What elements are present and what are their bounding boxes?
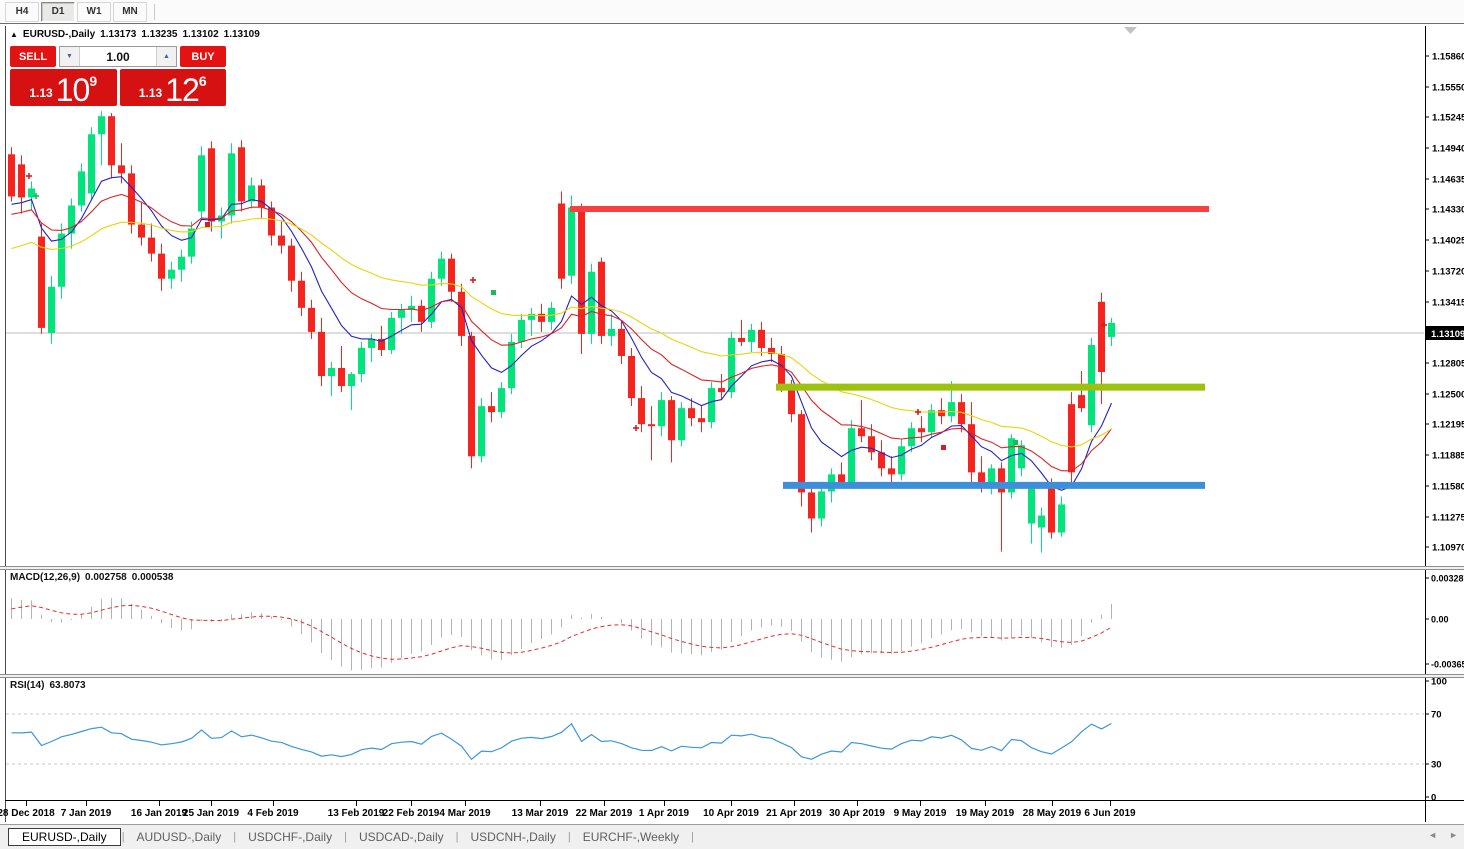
svg-text:1.12805: 1.12805 (1432, 359, 1464, 370)
macd-signal-line (12, 605, 1112, 659)
svg-text:100: 100 (1431, 677, 1447, 688)
macd-histogram (12, 598, 1112, 670)
macd-title: MACD(12,26,9) (10, 572, 80, 583)
sell-price-pips: 10 (56, 75, 90, 105)
svg-text:4 Feb 2019: 4 Feb 2019 (247, 808, 299, 819)
rsi-value: 63.8073 (49, 680, 85, 691)
svg-text:1.14330: 1.14330 (1432, 205, 1464, 216)
svg-text:1.12500: 1.12500 (1432, 390, 1464, 401)
svg-text:1.11885: 1.11885 (1432, 451, 1464, 462)
volume-stepper: ▼ 1.00 ▲ (59, 46, 177, 67)
date-axis[interactable]: 28 Dec 2018 7 Jan 2019 16 Jan 201925 Jan 2… (0, 801, 1136, 819)
symbol-period-label: EURUSD-,Daily (23, 29, 95, 40)
svg-text:21 Apr 2019: 21 Apr 2019 (766, 808, 822, 819)
svg-text:-0.003659: -0.003659 (1431, 660, 1464, 670)
buy-button[interactable]: BUY (180, 46, 226, 67)
rsi-title: RSI(14) (10, 680, 44, 691)
collapse-arrow-icon[interactable]: ▲ (10, 30, 18, 40)
rsi-line (12, 724, 1112, 760)
svg-text:1.15245: 1.15245 (1432, 113, 1464, 124)
chart-tab-5[interactable]: EURCHF-,Weekly (572, 828, 690, 846)
svg-text:19 May 2019: 19 May 2019 (956, 808, 1015, 819)
buy-price-figure: 1.13 (139, 86, 162, 100)
svg-text:30: 30 (1431, 760, 1442, 771)
rsi-panel-splitter[interactable] (0, 674, 1464, 678)
sell-price-point: 9 (89, 73, 97, 89)
svg-text:1.13415: 1.13415 (1432, 298, 1464, 309)
chart-frame (5, 26, 1464, 822)
volume-decrease-icon[interactable]: ▼ (60, 47, 80, 66)
macd-indicator-label: MACD(12,26,9) 0.002758 0.000538 (10, 572, 173, 583)
svg-text:1.13720: 1.13720 (1432, 267, 1464, 278)
svg-text:1.15550: 1.15550 (1432, 83, 1464, 94)
svg-text:22 Feb 2019: 22 Feb 2019 (383, 808, 440, 819)
svg-text:13 Mar 2019: 13 Mar 2019 (512, 808, 569, 819)
tab-separator: | (690, 831, 695, 843)
svg-text:1.14940: 1.14940 (1432, 144, 1464, 155)
svg-text:6 Jun 2019: 6 Jun 2019 (1084, 808, 1136, 819)
chart-tab-4[interactable]: USDCNH-,Daily (460, 828, 567, 846)
svg-text:1.14025: 1.14025 (1432, 236, 1464, 247)
chart-tab-3[interactable]: USDCAD-,Daily (348, 828, 455, 846)
svg-text:30 Apr 2019: 30 Apr 2019 (829, 808, 885, 819)
chart-marks (26, 173, 1107, 450)
svg-text:70: 70 (1431, 710, 1442, 721)
svg-text:0.00: 0.00 (1431, 615, 1449, 625)
buy-price-point: 6 (199, 73, 207, 89)
chart-shift-marker-icon (1124, 27, 1137, 34)
svg-text:1.13109: 1.13109 (1431, 329, 1464, 340)
buy-price-button[interactable]: 1.13 12 6 (120, 69, 227, 106)
macd-panel-splitter[interactable] (0, 566, 1464, 570)
chart-tabs: EURUSD-,Daily|AUDUSD-,Daily|USDCHF-,Dail… (8, 828, 695, 846)
macd-signal-value: 0.000538 (132, 572, 174, 583)
quote-high: 1.13235 (141, 29, 177, 40)
svg-text:4 Mar 2019: 4 Mar 2019 (439, 808, 491, 819)
svg-text:22 Mar 2019: 22 Mar 2019 (576, 808, 633, 819)
quote-close: 1.13109 (224, 29, 260, 40)
rsi-indicator-label: RSI(14) 63.8073 (10, 680, 86, 691)
macd-main-value: 0.002758 (85, 572, 127, 583)
chart-canvas[interactable]: 1.15860 1.15550 1.15245 1.14940 1.14635 1.143… (0, 0, 1464, 849)
one-click-trading-panel: SELL ▼ 1.00 ▲ BUY 1.13 10 9 1.13 12 6 (10, 46, 226, 106)
chart-tab-0[interactable]: EURUSD-,Daily (8, 828, 121, 846)
svg-text:13 Feb 2019: 13 Feb 2019 (328, 808, 385, 819)
buy-price-pips: 12 (165, 75, 199, 105)
quote-open: 1.13173 (100, 29, 136, 40)
svg-text:0: 0 (1431, 793, 1436, 804)
price-axis[interactable]: 1.15860 1.15550 1.15245 1.14940 1.14635 1.143… (1425, 52, 1464, 554)
svg-text:10 Apr 2019: 10 Apr 2019 (703, 808, 759, 819)
rsi-axis: 100 70 30 0 (1425, 677, 1447, 804)
svg-text:1.10970: 1.10970 (1432, 543, 1464, 554)
trading-terminal-window: 1.15860 1.15550 1.15245 1.14940 1.14635 1.143… (0, 0, 1464, 849)
tabs-scroll-right-icon[interactable]: ► (1449, 830, 1458, 840)
svg-text:7 Jan 2019: 7 Jan 2019 (61, 808, 112, 819)
svg-text:28 May 2019: 28 May 2019 (1023, 808, 1082, 819)
macd-axis: 0.003287 0.00 -0.003659 (1425, 574, 1464, 670)
svg-text:1.11580: 1.11580 (1432, 482, 1464, 493)
svg-text:1.14635: 1.14635 (1432, 175, 1464, 186)
svg-text:28 Dec 2018: 28 Dec 2018 (0, 808, 55, 819)
tabs-scroll-left-icon[interactable]: ◄ (1428, 830, 1437, 840)
svg-text:1.11275: 1.11275 (1432, 513, 1464, 524)
chart-tabs-bar: EURUSD-,Daily|AUDUSD-,Daily|USDCHF-,Dail… (0, 824, 1464, 849)
volume-input[interactable]: 1.00 (80, 47, 156, 66)
sell-price-button[interactable]: 1.13 10 9 (10, 69, 117, 106)
svg-text:1 Apr 2019: 1 Apr 2019 (639, 808, 690, 819)
sell-price-figure: 1.13 (29, 86, 52, 100)
chart-tab-1[interactable]: AUDUSD-,Daily (126, 828, 233, 846)
svg-text:25 Jan 2019: 25 Jan 2019 (183, 808, 240, 819)
svg-text:1.15860: 1.15860 (1432, 52, 1464, 63)
quote-low: 1.13102 (182, 29, 218, 40)
sell-button[interactable]: SELL (10, 46, 56, 67)
svg-text:1.12195: 1.12195 (1432, 420, 1464, 431)
volume-increase-icon[interactable]: ▲ (156, 47, 176, 66)
svg-text:9 May 2019: 9 May 2019 (894, 808, 947, 819)
chart-tab-2[interactable]: USDCHF-,Daily (237, 828, 343, 846)
svg-text:16 Jan 2019: 16 Jan 2019 (131, 808, 188, 819)
svg-text:0.003287: 0.003287 (1431, 574, 1464, 584)
chart-quote-header: ▲ EURUSD-,Daily 1.13173 1.13235 1.13102 … (10, 29, 260, 40)
